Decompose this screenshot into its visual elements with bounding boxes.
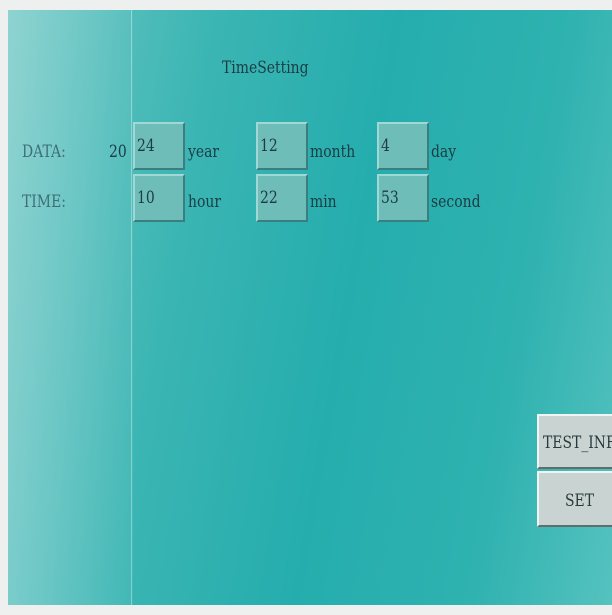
hour-value: 10 (137, 188, 155, 208)
day-unit-label: day (431, 142, 457, 162)
screen-divider-line (131, 10, 132, 605)
set-button[interactable]: SET (537, 471, 612, 527)
date-row-label: DATA: (22, 142, 66, 162)
second-field[interactable]: 53 (377, 174, 429, 222)
year-prefix: 20 (109, 142, 127, 162)
minute-field[interactable]: 22 (256, 174, 308, 222)
day-field[interactable]: 4 (377, 122, 429, 170)
year-field[interactable]: 24 (133, 122, 185, 170)
set-button-label: SET (565, 491, 595, 511)
device-frame: TimeSetting DATA: 20 24 year 12 month 4 … (0, 0, 612, 615)
screen-glare (8, 10, 133, 605)
second-unit-label: second (431, 192, 481, 212)
month-unit-label: month (310, 142, 356, 162)
year-value: 24 (137, 136, 155, 156)
month-value: 12 (260, 136, 278, 156)
hmi-screen: TimeSetting DATA: 20 24 year 12 month 4 … (8, 10, 612, 605)
day-value: 4 (381, 136, 390, 156)
month-field[interactable]: 12 (256, 122, 308, 170)
page-title: TimeSetting (222, 58, 309, 78)
time-row-label: TIME: (22, 192, 66, 212)
hour-unit-label: hour (188, 192, 222, 212)
minute-value: 22 (260, 188, 278, 208)
test-info-button-label: TEST_INF (543, 433, 612, 453)
minute-unit-label: min (310, 192, 337, 212)
test-info-button[interactable]: TEST_INF (537, 414, 612, 469)
second-value: 53 (381, 188, 399, 208)
year-unit-label: year (188, 142, 220, 162)
hour-field[interactable]: 10 (133, 174, 185, 222)
